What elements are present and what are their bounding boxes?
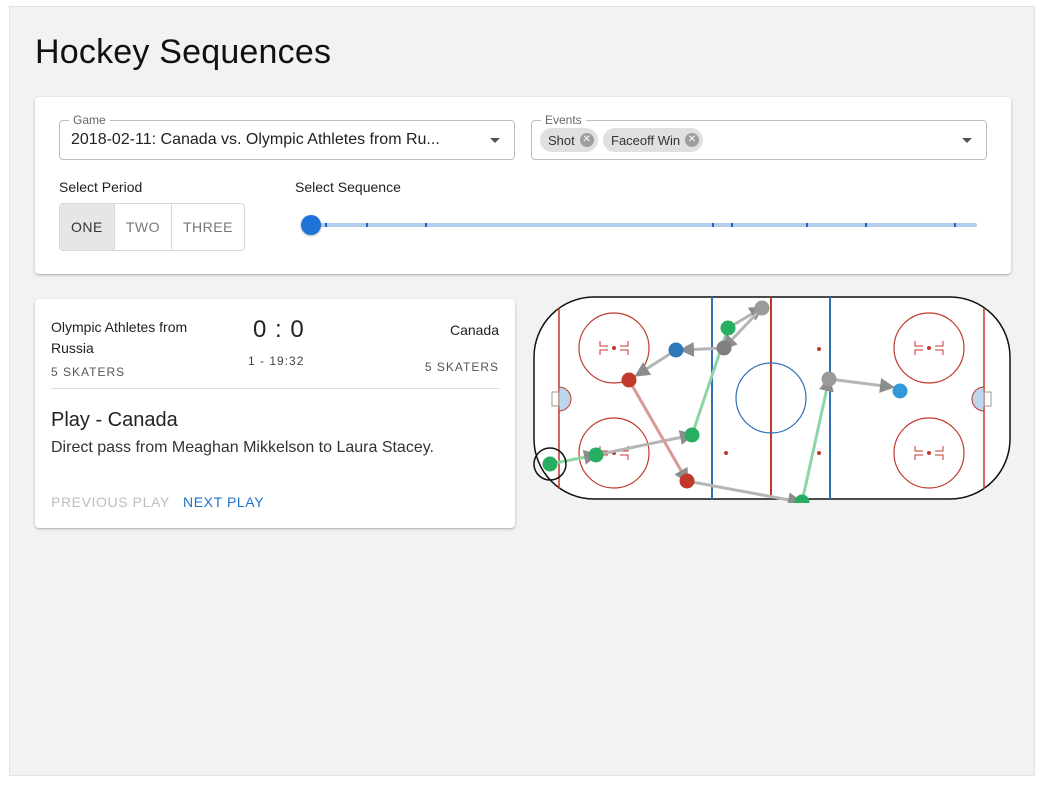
play-description: Direct pass from Meaghan Mikkelson to La… bbox=[51, 439, 434, 456]
page-background: Hockey Sequences Game 2018-02-11: Canada… bbox=[9, 6, 1035, 776]
away-skaters: 5 SKATERS bbox=[51, 365, 126, 379]
score: 0 : 0 bbox=[253, 316, 305, 343]
slider-rail[interactable] bbox=[311, 223, 977, 227]
slider-mark bbox=[325, 223, 327, 227]
chip-faceoff-win[interactable]: Faceoff Win ✕ bbox=[603, 128, 704, 152]
period-label: Select Period bbox=[59, 179, 143, 195]
period-one-button[interactable]: ONE bbox=[60, 204, 114, 250]
divider bbox=[51, 388, 499, 389]
chip-label: Faceoff Win bbox=[611, 132, 681, 148]
slider-mark bbox=[865, 223, 867, 227]
home-skaters: 5 SKATERS bbox=[424, 360, 499, 374]
event-marker-red[interactable] bbox=[679, 473, 695, 489]
period-toggle-group: ONE TWO THREE bbox=[59, 203, 245, 251]
chip-shot[interactable]: Shot ✕ bbox=[540, 128, 598, 152]
chevron-down-icon[interactable] bbox=[490, 138, 500, 143]
event-marker-green[interactable] bbox=[588, 447, 604, 463]
close-icon[interactable]: ✕ bbox=[685, 133, 700, 147]
sequence-label: Select Sequence bbox=[295, 179, 401, 195]
event-marker-green[interactable] bbox=[684, 427, 700, 443]
chevron-down-icon[interactable] bbox=[962, 138, 972, 143]
filters-card: Game 2018-02-11: Canada vs. Olympic Athl… bbox=[35, 97, 1011, 274]
event-marker-light-blue[interactable] bbox=[892, 383, 908, 399]
slider-mark bbox=[954, 223, 956, 227]
page-title: Hockey Sequences bbox=[35, 33, 332, 71]
game-time: 1 - 19:32 bbox=[248, 354, 305, 368]
events-label: Events bbox=[541, 113, 586, 127]
close-icon[interactable]: ✕ bbox=[579, 133, 594, 147]
slider-mark bbox=[806, 223, 808, 227]
game-value: 2018-02-11: Canada vs. Olympic Athletes … bbox=[71, 131, 440, 148]
previous-play-button[interactable]: PREVIOUS PLAY bbox=[51, 494, 170, 510]
neutral-dot bbox=[724, 451, 728, 455]
events-select[interactable]: Events Shot ✕ Faceoff Win ✕ bbox=[531, 113, 987, 160]
next-play-button[interactable]: NEXT PLAY bbox=[183, 494, 264, 510]
home-team-name: Canada bbox=[449, 322, 499, 338]
game-label: Game bbox=[69, 113, 110, 127]
neutral-dot bbox=[817, 347, 821, 351]
play-info-card: Olympic Athletes from Russia 5 SKATERS 0… bbox=[35, 299, 515, 528]
event-marker-green[interactable] bbox=[542, 456, 558, 472]
slider-mark bbox=[366, 223, 368, 227]
game-select[interactable]: Game 2018-02-11: Canada vs. Olympic Athl… bbox=[59, 113, 515, 160]
sequence-slider[interactable] bbox=[301, 214, 977, 235]
event-marker-green[interactable] bbox=[720, 320, 736, 336]
slider-mark bbox=[425, 223, 427, 227]
period-two-button[interactable]: TWO bbox=[113, 204, 171, 250]
slider-mark bbox=[731, 223, 733, 227]
event-marker-red[interactable] bbox=[621, 372, 637, 388]
event-marker-gray[interactable] bbox=[821, 371, 837, 387]
neutral-dot bbox=[817, 451, 821, 455]
play-title: Play - Canada bbox=[51, 409, 178, 431]
event-marker-blue[interactable] bbox=[668, 342, 684, 358]
event-marker-gray[interactable] bbox=[754, 300, 770, 316]
period-three-button[interactable]: THREE bbox=[171, 204, 244, 250]
slider-mark bbox=[712, 223, 714, 227]
slider-thumb[interactable] bbox=[301, 215, 321, 235]
chip-label: Shot bbox=[548, 132, 575, 148]
hockey-rink bbox=[533, 296, 1011, 503]
event-marker-gray[interactable] bbox=[716, 340, 732, 356]
away-team-name: Olympic Athletes from Russia bbox=[51, 319, 188, 356]
